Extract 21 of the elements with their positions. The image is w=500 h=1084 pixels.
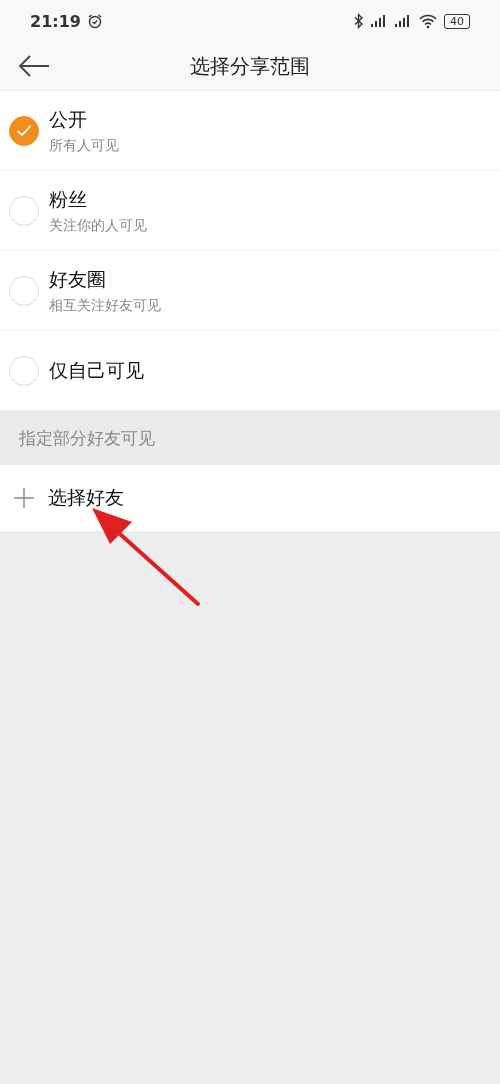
- checkmark-icon: [17, 125, 31, 136]
- signal-icon: [370, 14, 388, 28]
- status-time: 21:19: [30, 11, 81, 31]
- option-description: 相互关注好友可见: [49, 296, 161, 315]
- option-label: 仅自己可见: [49, 357, 144, 383]
- select-friends-row[interactable]: 选择好友: [0, 465, 500, 531]
- option-description: 所有人可见: [49, 136, 119, 155]
- radio-button[interactable]: [9, 115, 39, 146]
- option-label: 公开: [49, 106, 88, 132]
- plus-icon: [14, 488, 34, 508]
- page-title: 选择分享范围: [189, 52, 311, 80]
- back-button[interactable]: [17, 54, 51, 78]
- option-description: 关注你的人可见: [49, 216, 147, 235]
- wifi-icon: [418, 13, 438, 29]
- option-label: 好友圈: [49, 266, 107, 292]
- select-friends-label: 选择好友: [48, 485, 124, 510]
- bluetooth-icon: [354, 13, 364, 29]
- option-label: 粉丝: [49, 186, 88, 212]
- alarm-clock-icon: [86, 13, 103, 29]
- signal-icon: [394, 14, 412, 28]
- battery-indicator: 40: [444, 13, 470, 29]
